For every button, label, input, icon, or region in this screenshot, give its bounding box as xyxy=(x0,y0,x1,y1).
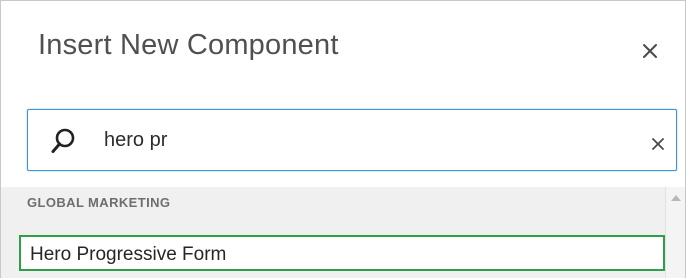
results-scrollbar[interactable] xyxy=(665,187,685,278)
dialog-title: Insert New Component xyxy=(38,29,339,61)
group-label: GLOBAL MARKETING xyxy=(27,195,171,210)
search-icon xyxy=(50,127,78,155)
close-icon xyxy=(643,44,657,58)
group-header: GLOBAL MARKETING xyxy=(1,187,665,217)
insert-component-dialog: Insert New Component GLOBAL MARKETING xyxy=(0,0,686,278)
scroll-up-arrow-icon[interactable] xyxy=(671,195,681,201)
list-item-hero-progressive-form[interactable]: Hero Progressive Form xyxy=(19,235,665,271)
list-item-label: Hero Progressive Form xyxy=(30,244,227,265)
search-field[interactable] xyxy=(27,109,677,171)
search-input[interactable] xyxy=(104,124,624,156)
clear-search-button[interactable] xyxy=(648,134,668,154)
group-items: Hero Progressive Form xyxy=(1,217,665,278)
dialog-header: Insert New Component xyxy=(1,1,685,95)
results-list: GLOBAL MARKETING Hero Progressive Form xyxy=(1,187,685,278)
clear-icon xyxy=(652,138,664,150)
close-button[interactable] xyxy=(637,38,663,64)
